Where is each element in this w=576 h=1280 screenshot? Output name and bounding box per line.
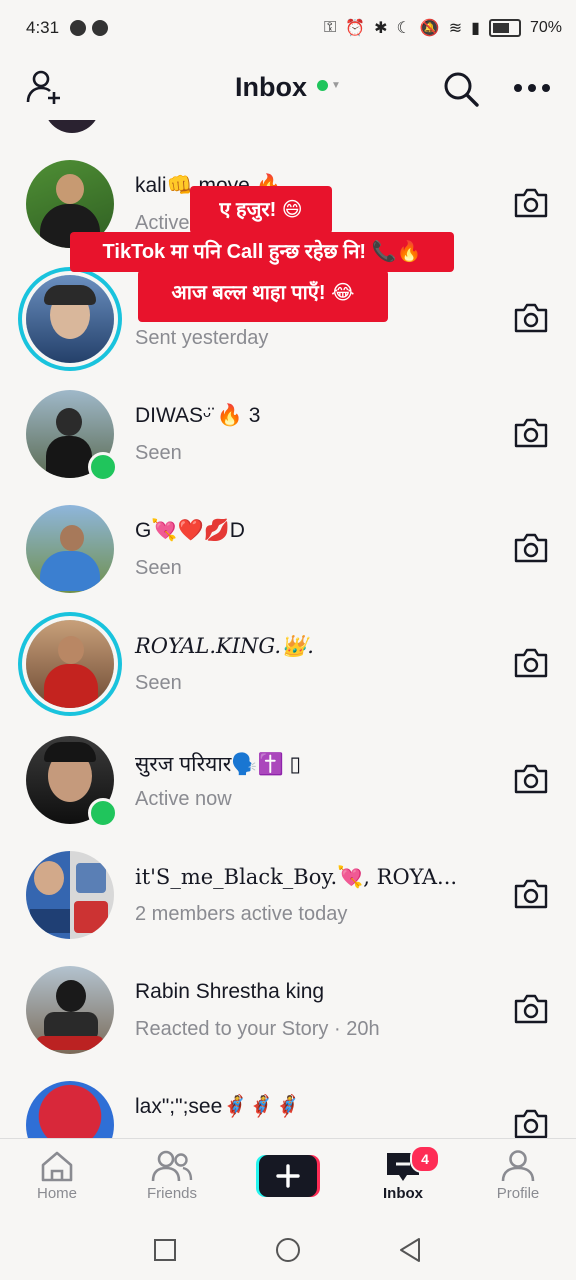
recents-button[interactable] (153, 1238, 177, 1262)
conversation-status: 2 members active today (135, 903, 348, 925)
camera-icon[interactable] (512, 992, 550, 1026)
camera-icon[interactable] (512, 416, 550, 450)
conversation-name: DIWASᵕ̈ 🔥 3 (135, 404, 261, 427)
conversation-name: it'S_me_Black_Boy.💘, ROYA... (135, 865, 458, 889)
page-title[interactable]: Inbox ▼ (0, 72, 576, 103)
status-time: 4:31 (26, 18, 60, 37)
conversation-row[interactable]: ROYAL.KING.👑. Seen (0, 620, 576, 735)
battery-percent: 70% (529, 19, 562, 36)
conversation-status: Reacted to your Story · 20h (135, 1018, 380, 1040)
conversation-row[interactable]: G💘❤️💋D Seen (0, 505, 576, 620)
wifi-icon: ≋ (448, 20, 463, 37)
conversation-status: Seen (135, 672, 182, 694)
conversation-status: Seen (135, 557, 182, 579)
friends-icon (151, 1150, 193, 1182)
inbox-header: Inbox ▼ (0, 56, 576, 120)
conversation-status: Active now (135, 788, 232, 810)
tab-profile[interactable]: Profile (473, 1149, 563, 1202)
camera-icon[interactable] (512, 1107, 550, 1140)
bluetooth-icon: ✱ (374, 20, 388, 37)
conversation-status: Seen (135, 442, 182, 464)
avatar[interactable] (44, 120, 100, 133)
battery-icon (488, 19, 521, 37)
conversation-name: सुरज परियार🗣️✝️ ▯ (135, 753, 302, 776)
conversation-row[interactable]: DIWASᵕ̈ 🔥 3 Seen (0, 390, 576, 505)
home-system-button[interactable] (275, 1237, 301, 1263)
profile-icon (501, 1150, 535, 1182)
more-options-icon[interactable] (512, 82, 552, 94)
conversation-name: G💘❤️💋D (135, 519, 245, 542)
inbox-badge: 4 (410, 1145, 440, 1173)
conversation-name: Rabin Shrestha king (135, 980, 325, 1003)
alarm-icon: ⏰ (345, 20, 366, 37)
conversation-row[interactable]: सुरज परियार🗣️✝️ ▯ Active now (0, 736, 576, 851)
group-avatar[interactable] (26, 851, 114, 939)
caption-line: TikTok मा पनि Call हुन्छ रहेछ नि! 📞🔥 (70, 232, 454, 272)
camera-icon[interactable] (512, 301, 550, 335)
camera-icon[interactable] (512, 646, 550, 680)
create-button[interactable] (256, 1155, 320, 1197)
moon-icon: ☾ (396, 20, 411, 37)
bottom-tab-bar: Home Friends Inbox 4 Profile (0, 1138, 576, 1225)
camera-icon[interactable] (512, 762, 550, 796)
avatar[interactable] (26, 1081, 114, 1140)
home-icon (41, 1151, 73, 1182)
status-bar: 4:31 ⚿ ⏰ ✱ ☾ 🔕 ≋ ▮ 70% (0, 0, 576, 56)
conversation-name: lax";";see🦸🦸🦸 (135, 1095, 301, 1118)
back-button[interactable] (398, 1237, 422, 1263)
conversation-row[interactable]: lax";";see🦸🦸🦸 (0, 1081, 576, 1140)
tab-friends[interactable]: Friends (127, 1149, 217, 1202)
messenger-icon (70, 20, 86, 36)
conversation-row[interactable]: Rabin Shrestha king Reacted to your Stor… (0, 966, 576, 1081)
avatar[interactable] (26, 620, 114, 708)
avatar[interactable] (26, 275, 114, 363)
caption-line: ए हजुर! 😄 (190, 186, 332, 234)
signal-icon: ▮ (471, 20, 480, 37)
avatar[interactable] (26, 505, 114, 593)
caption-line: आज बल्ल थाहा पाएँ! 😂 (138, 270, 388, 322)
camera-icon[interactable] (512, 877, 550, 911)
online-indicator (88, 452, 118, 482)
avatar[interactable] (26, 966, 114, 1054)
camera-icon[interactable] (512, 531, 550, 565)
tab-home[interactable]: Home (12, 1149, 102, 1202)
camera-icon[interactable] (512, 186, 550, 220)
conversation-status: Sent yesterday (135, 327, 269, 349)
online-indicator (88, 798, 118, 828)
conversation-row[interactable]: it'S_me_Black_Boy.💘, ROYA... 2 members a… (0, 851, 576, 966)
messenger-icon (92, 20, 108, 36)
key-icon: ⚿ (323, 19, 337, 36)
conversation-name: ROYAL.KING.👑. (135, 634, 314, 658)
status-icons: ⚿ ⏰ ✱ ☾ 🔕 ≋ ▮ 70% (324, 18, 562, 38)
search-icon[interactable] (442, 70, 480, 108)
mute-icon: 🔕 (419, 20, 440, 37)
chevron-down-icon: ▼ (331, 80, 341, 92)
system-navigation-bar (0, 1224, 576, 1280)
online-status-dot (317, 80, 329, 92)
